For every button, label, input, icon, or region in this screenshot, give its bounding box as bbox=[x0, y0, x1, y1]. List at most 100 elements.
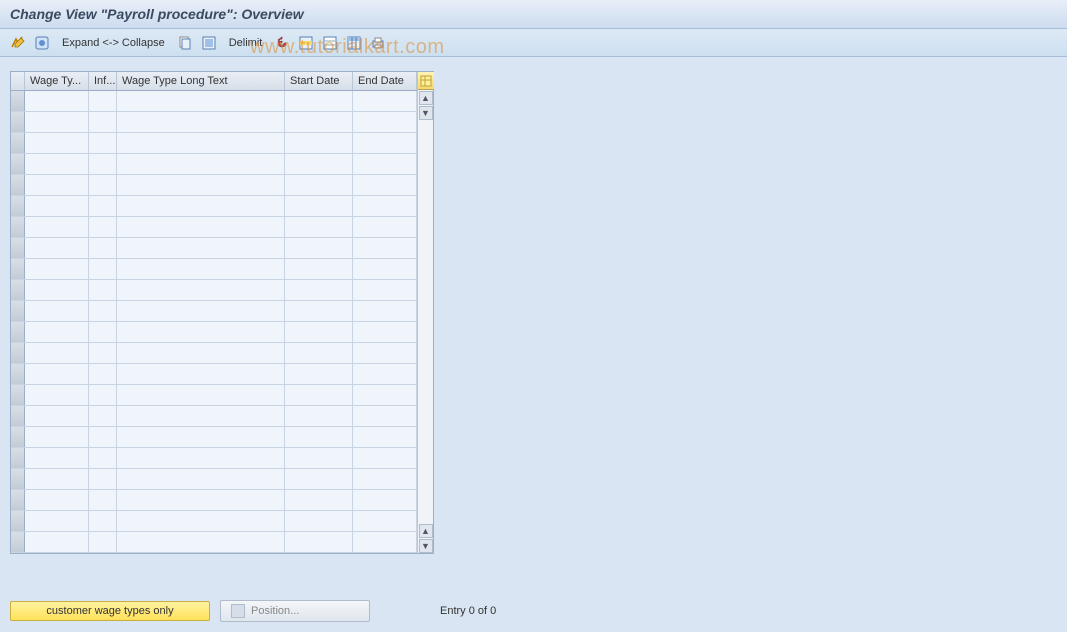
delimit-button[interactable]: Delimit bbox=[223, 35, 269, 51]
row-selector[interactable] bbox=[11, 511, 25, 531]
cell-wage-type[interactable] bbox=[25, 154, 89, 174]
table-row[interactable] bbox=[11, 238, 417, 259]
copy-icon[interactable] bbox=[175, 33, 195, 53]
cell-wage-type[interactable] bbox=[25, 217, 89, 237]
table-row[interactable] bbox=[11, 217, 417, 238]
cell-wage-type[interactable] bbox=[25, 112, 89, 132]
row-selector[interactable] bbox=[11, 259, 25, 279]
cell-long-text[interactable] bbox=[117, 343, 285, 363]
cell-long-text[interactable] bbox=[117, 532, 285, 552]
cell-end-date[interactable] bbox=[353, 301, 417, 321]
cell-wage-type[interactable] bbox=[25, 385, 89, 405]
cell-wage-type[interactable] bbox=[25, 343, 89, 363]
cell-inf[interactable] bbox=[89, 532, 117, 552]
cell-long-text[interactable] bbox=[117, 364, 285, 384]
toggle-display-change-icon[interactable] bbox=[8, 33, 28, 53]
cell-wage-type[interactable] bbox=[25, 175, 89, 195]
table-row[interactable] bbox=[11, 448, 417, 469]
deselect-all-icon[interactable] bbox=[320, 33, 340, 53]
cell-wage-type[interactable] bbox=[25, 511, 89, 531]
table-row[interactable] bbox=[11, 343, 417, 364]
row-selector[interactable] bbox=[11, 385, 25, 405]
table-row[interactable] bbox=[11, 196, 417, 217]
cell-start-date[interactable] bbox=[285, 511, 353, 531]
cell-start-date[interactable] bbox=[285, 154, 353, 174]
table-row[interactable] bbox=[11, 91, 417, 112]
table-row[interactable] bbox=[11, 280, 417, 301]
cell-long-text[interactable] bbox=[117, 196, 285, 216]
cell-inf[interactable] bbox=[89, 259, 117, 279]
cell-wage-type[interactable] bbox=[25, 427, 89, 447]
cell-wage-type[interactable] bbox=[25, 532, 89, 552]
table-row[interactable] bbox=[11, 259, 417, 280]
cell-wage-type[interactable] bbox=[25, 259, 89, 279]
cell-end-date[interactable] bbox=[353, 343, 417, 363]
table-row[interactable] bbox=[11, 511, 417, 532]
cell-start-date[interactable] bbox=[285, 364, 353, 384]
cell-wage-type[interactable] bbox=[25, 322, 89, 342]
grid-vertical-scrollbar[interactable]: ▲ ▼ ▲ ▼ bbox=[417, 72, 433, 553]
cell-inf[interactable] bbox=[89, 322, 117, 342]
cell-long-text[interactable] bbox=[117, 511, 285, 531]
cell-wage-type[interactable] bbox=[25, 406, 89, 426]
cell-start-date[interactable] bbox=[285, 196, 353, 216]
cell-inf[interactable] bbox=[89, 175, 117, 195]
cell-wage-type[interactable] bbox=[25, 469, 89, 489]
row-selector[interactable] bbox=[11, 532, 25, 552]
column-header-start-date[interactable]: Start Date bbox=[285, 72, 353, 90]
cell-start-date[interactable] bbox=[285, 469, 353, 489]
cell-end-date[interactable] bbox=[353, 406, 417, 426]
cell-end-date[interactable] bbox=[353, 238, 417, 258]
cell-wage-type[interactable] bbox=[25, 133, 89, 153]
cell-end-date[interactable] bbox=[353, 448, 417, 468]
cell-long-text[interactable] bbox=[117, 112, 285, 132]
customer-wage-types-button[interactable]: customer wage types only bbox=[10, 601, 210, 621]
table-row[interactable] bbox=[11, 385, 417, 406]
scroll-up-icon[interactable]: ▲ bbox=[419, 91, 433, 105]
table-row[interactable] bbox=[11, 133, 417, 154]
table-row[interactable] bbox=[11, 469, 417, 490]
cell-start-date[interactable] bbox=[285, 91, 353, 111]
cell-long-text[interactable] bbox=[117, 448, 285, 468]
scroll-bottom-icon[interactable]: ▼ bbox=[419, 539, 433, 553]
cell-end-date[interactable] bbox=[353, 91, 417, 111]
cell-inf[interactable] bbox=[89, 154, 117, 174]
configure-columns-icon[interactable] bbox=[418, 72, 434, 90]
cell-long-text[interactable] bbox=[117, 217, 285, 237]
cell-inf[interactable] bbox=[89, 364, 117, 384]
cell-start-date[interactable] bbox=[285, 343, 353, 363]
cell-inf[interactable] bbox=[89, 427, 117, 447]
cell-end-date[interactable] bbox=[353, 532, 417, 552]
cell-end-date[interactable] bbox=[353, 427, 417, 447]
table-row[interactable] bbox=[11, 427, 417, 448]
row-selector[interactable] bbox=[11, 112, 25, 132]
cell-inf[interactable] bbox=[89, 112, 117, 132]
table-row[interactable] bbox=[11, 112, 417, 133]
row-selector[interactable] bbox=[11, 427, 25, 447]
undo-icon[interactable] bbox=[272, 33, 292, 53]
cell-end-date[interactable] bbox=[353, 385, 417, 405]
column-header-end-date[interactable]: End Date bbox=[353, 72, 417, 90]
cell-end-date[interactable] bbox=[353, 154, 417, 174]
column-header-wage-type[interactable]: Wage Ty... bbox=[25, 72, 89, 90]
cell-long-text[interactable] bbox=[117, 133, 285, 153]
row-selector[interactable] bbox=[11, 406, 25, 426]
cell-start-date[interactable] bbox=[285, 280, 353, 300]
cell-start-date[interactable] bbox=[285, 301, 353, 321]
cell-start-date[interactable] bbox=[285, 238, 353, 258]
cell-end-date[interactable] bbox=[353, 280, 417, 300]
cell-start-date[interactable] bbox=[285, 532, 353, 552]
cell-inf[interactable] bbox=[89, 91, 117, 111]
cell-long-text[interactable] bbox=[117, 322, 285, 342]
scroll-thumb[interactable]: ▼ bbox=[419, 106, 433, 120]
cell-inf[interactable] bbox=[89, 301, 117, 321]
table-row[interactable] bbox=[11, 532, 417, 553]
table-settings-icon[interactable] bbox=[344, 33, 364, 53]
cell-wage-type[interactable] bbox=[25, 91, 89, 111]
cell-end-date[interactable] bbox=[353, 469, 417, 489]
cell-inf[interactable] bbox=[89, 385, 117, 405]
cell-end-date[interactable] bbox=[353, 490, 417, 510]
row-selector[interactable] bbox=[11, 469, 25, 489]
cell-long-text[interactable] bbox=[117, 385, 285, 405]
cell-end-date[interactable] bbox=[353, 322, 417, 342]
